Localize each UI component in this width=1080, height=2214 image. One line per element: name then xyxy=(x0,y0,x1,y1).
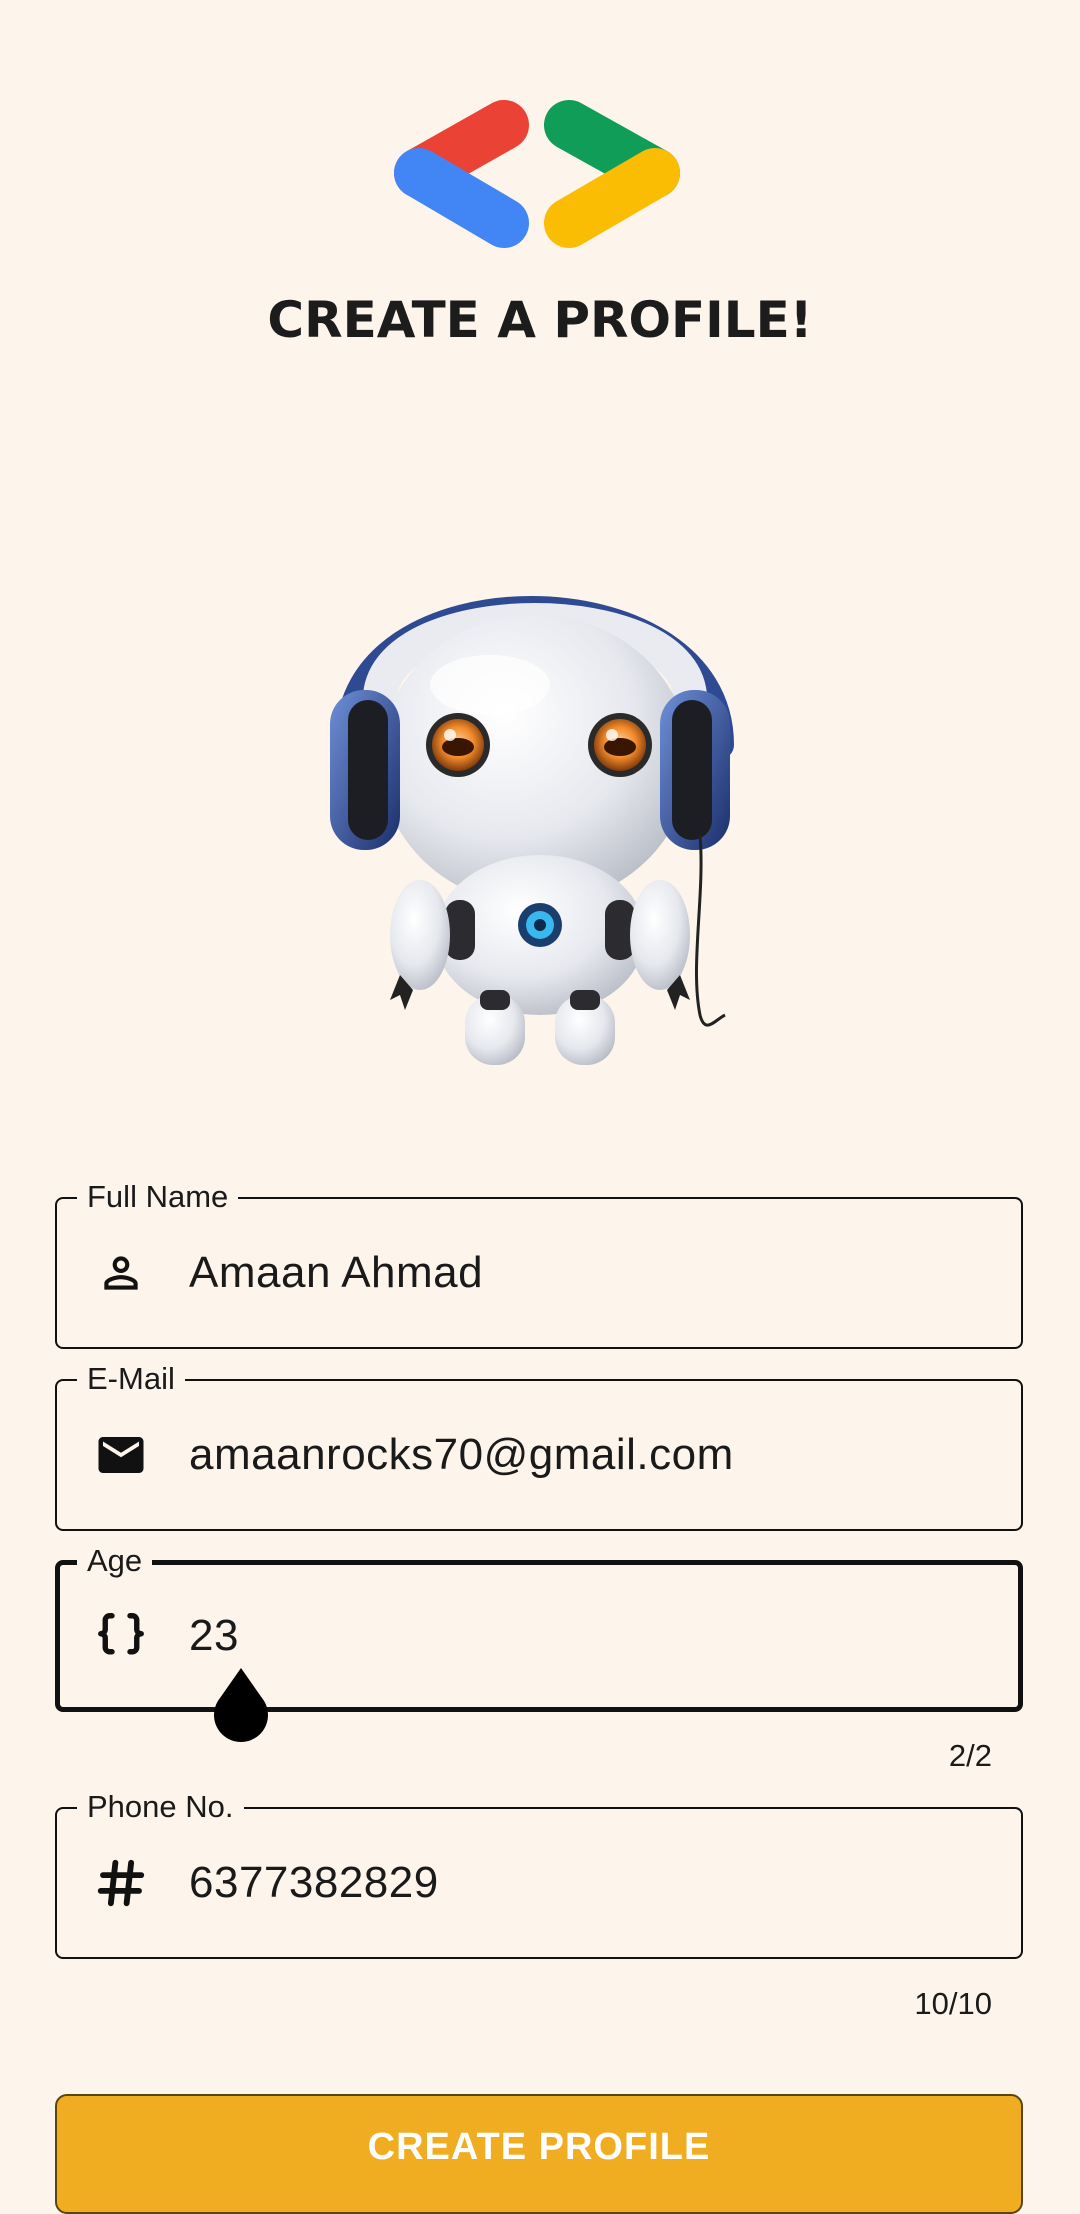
full-name-label: Full Name xyxy=(77,1179,239,1215)
age-input[interactable]: 23 xyxy=(189,1610,239,1662)
phone-input[interactable]: 6377382829 xyxy=(189,1857,439,1909)
age-field[interactable]: Age 23 xyxy=(55,1543,1023,1712)
page-title: CREATE A PROFILE! xyxy=(267,291,813,349)
email-field[interactable]: E-Mail amaanrocks70@gmail.com xyxy=(55,1361,1023,1531)
braces-icon xyxy=(93,1608,149,1664)
full-name-field[interactable]: Full Name Amaan Ahmad xyxy=(55,1179,1023,1349)
email-label: E-Mail xyxy=(77,1361,185,1397)
hash-icon xyxy=(93,1855,149,1911)
phone-character-counter: 10/10 xyxy=(914,1986,992,2021)
age-label: Age xyxy=(77,1543,153,1579)
full-name-input[interactable]: Amaan Ahmad xyxy=(189,1247,483,1299)
robot-mascot-illustration xyxy=(330,596,734,1065)
phone-field[interactable]: Phone No. 6377382829 xyxy=(55,1789,1023,1959)
developer-logo xyxy=(394,100,680,248)
phone-label: Phone No. xyxy=(77,1789,244,1825)
person-icon xyxy=(93,1245,149,1301)
age-character-counter: 2/2 xyxy=(948,1738,992,1773)
text-cursor-handle[interactable] xyxy=(210,1668,272,1744)
mail-icon xyxy=(93,1427,149,1483)
create-profile-button[interactable]: CREATE PROFILE xyxy=(55,2094,1023,2214)
email-input[interactable]: amaanrocks70@gmail.com xyxy=(189,1429,734,1481)
